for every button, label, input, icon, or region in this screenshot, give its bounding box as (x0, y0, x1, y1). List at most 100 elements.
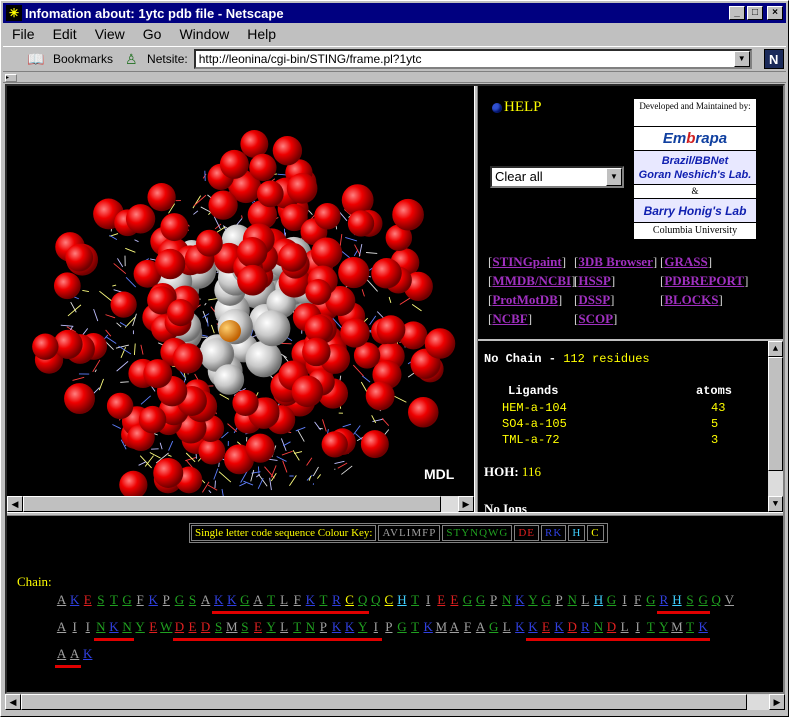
residue-letter[interactable]: K (81, 646, 94, 665)
residue-letter[interactable]: L (277, 619, 291, 641)
residue-letter[interactable]: R (657, 592, 671, 614)
residue-letter[interactable]: Q (369, 592, 382, 611)
scroll-thumb[interactable] (21, 694, 747, 710)
residue-letter[interactable]: S (212, 619, 226, 641)
residue-letter[interactable]: Y (264, 619, 278, 641)
url-dropdown-icon[interactable]: ▼ (733, 51, 750, 67)
brazil-lab-link[interactable]: Brazil/BBNet Goran Neshich's Lab. (634, 151, 756, 185)
residue-letter[interactable]: Q (356, 592, 370, 614)
residue-letter[interactable]: A (55, 619, 68, 638)
scroll-left-icon[interactable]: ◀ (7, 496, 23, 512)
residue-letter[interactable]: P (160, 592, 173, 611)
residue-letter[interactable]: A (474, 619, 487, 638)
residue-letter[interactable]: C (382, 592, 395, 611)
residue-letter[interactable]: L (579, 592, 592, 611)
residue-letter[interactable]: N (566, 592, 579, 611)
residue-letter[interactable]: M (670, 619, 684, 641)
menu-help[interactable]: Help (238, 26, 285, 42)
residue-letter[interactable]: P (553, 592, 566, 611)
link-hssp[interactable]: HSSP (578, 273, 611, 288)
scroll-right-icon[interactable]: ▶ (769, 694, 785, 710)
residue-letter[interactable]: A (55, 646, 69, 668)
residue-letter[interactable]: G (474, 592, 487, 611)
link-dssp[interactable]: DSSP (578, 292, 610, 307)
residue-letter[interactable]: P (316, 619, 330, 641)
residue-letter[interactable]: G (605, 592, 618, 611)
residue-letter[interactable]: T (683, 619, 697, 641)
link-pdbreport[interactable]: PDBREPORT (664, 273, 744, 288)
menu-file[interactable]: File (3, 26, 44, 42)
menu-view[interactable]: View (86, 26, 134, 42)
residue-letter[interactable]: N (500, 592, 513, 611)
maximize-button[interactable]: □ (747, 6, 763, 20)
residue-letter[interactable]: T (409, 619, 422, 638)
netsite-icon[interactable]: ♙ (125, 51, 139, 67)
residue-letter[interactable]: C (343, 592, 357, 614)
residue-letter[interactable]: D (604, 619, 619, 641)
residue-letter[interactable]: W (160, 619, 173, 638)
residue-letter[interactable]: K (696, 619, 710, 641)
menu-window[interactable]: Window (170, 26, 238, 42)
residue-letter[interactable]: K (225, 592, 239, 614)
close-button[interactable]: × (767, 6, 783, 20)
residue-letter[interactable]: E (448, 592, 461, 611)
residue-letter[interactable]: K (147, 592, 160, 611)
residue-letter[interactable]: R (578, 619, 592, 641)
residue-letter[interactable]: K (212, 592, 226, 614)
residue-letter[interactable]: I (369, 619, 383, 641)
residue-letter[interactable]: N (94, 619, 108, 641)
residue-letter[interactable]: Y (356, 619, 370, 641)
residue-letter[interactable]: K (68, 592, 81, 611)
residue-letter[interactable]: K (107, 619, 121, 641)
residue-letter[interactable]: D (199, 619, 213, 641)
residue-letter[interactable]: K (303, 592, 317, 614)
minimize-button[interactable]: _ (729, 6, 745, 20)
residue-letter[interactable]: M (435, 619, 448, 638)
residue-letter[interactable]: R (329, 592, 344, 614)
link-stingpaint[interactable]: STINGpaint (492, 254, 561, 269)
scroll-left-icon[interactable]: ◀ (5, 694, 21, 710)
residue-letter[interactable]: N (120, 619, 134, 641)
residue-letter[interactable]: E (81, 592, 94, 611)
residue-letter[interactable]: L (618, 619, 632, 641)
residue-letter[interactable]: I (422, 592, 435, 611)
residue-letter[interactable]: H (395, 592, 408, 611)
residue-letter[interactable]: Q (710, 592, 723, 611)
help-link[interactable]: HELP (492, 99, 542, 116)
molecule-horizontal-scrollbar[interactable]: ◀ ▶ (7, 496, 474, 512)
barry-honig-lab-link[interactable]: Barry Honig's Lab (634, 199, 756, 223)
residue-letter[interactable]: G (461, 592, 474, 611)
residue-letter[interactable]: E (539, 619, 553, 641)
residue-letter[interactable]: D (172, 619, 186, 641)
residue-letter[interactable]: E (435, 592, 448, 611)
bookmarks-button[interactable]: Bookmarks (53, 52, 113, 66)
residue-letter[interactable]: T (290, 619, 304, 641)
residue-letter[interactable]: K (552, 619, 566, 641)
link-mmdb-ncbi[interactable]: MMDB/NCBI (492, 273, 571, 288)
residue-letter[interactable]: I (631, 619, 645, 641)
residue-letter[interactable]: G (539, 592, 552, 611)
residue-letter[interactable]: E (251, 619, 265, 641)
residue-letter[interactable]: L (500, 619, 513, 638)
residue-letter[interactable]: G (395, 619, 408, 638)
residue-letter[interactable]: G (644, 592, 657, 611)
residue-letter[interactable]: S (186, 592, 199, 611)
residue-letter[interactable]: I (68, 619, 81, 638)
residue-letter[interactable]: G (487, 619, 500, 638)
residue-letter[interactable]: S (94, 592, 107, 611)
residue-letter[interactable]: T (409, 592, 422, 611)
residue-letter[interactable]: P (382, 619, 395, 638)
scroll-thumb[interactable] (23, 496, 441, 512)
residue-letter[interactable]: G (120, 592, 133, 611)
title-bar[interactable]: ✳ Infomation about: 1ytc pdb file - Nets… (3, 3, 786, 23)
residue-letter[interactable]: G (173, 592, 186, 611)
menu-edit[interactable]: Edit (44, 26, 86, 42)
residue-letter[interactable]: H (592, 592, 605, 611)
residue-letter[interactable]: F (631, 592, 644, 611)
residue-letter[interactable]: K (513, 619, 526, 638)
molecule-3d-view[interactable] (7, 86, 474, 496)
residue-letter[interactable]: Y (657, 619, 671, 641)
residue-letter[interactable]: M (225, 619, 239, 641)
scroll-thumb[interactable] (768, 357, 783, 471)
scroll-right-icon[interactable]: ▶ (458, 496, 474, 512)
